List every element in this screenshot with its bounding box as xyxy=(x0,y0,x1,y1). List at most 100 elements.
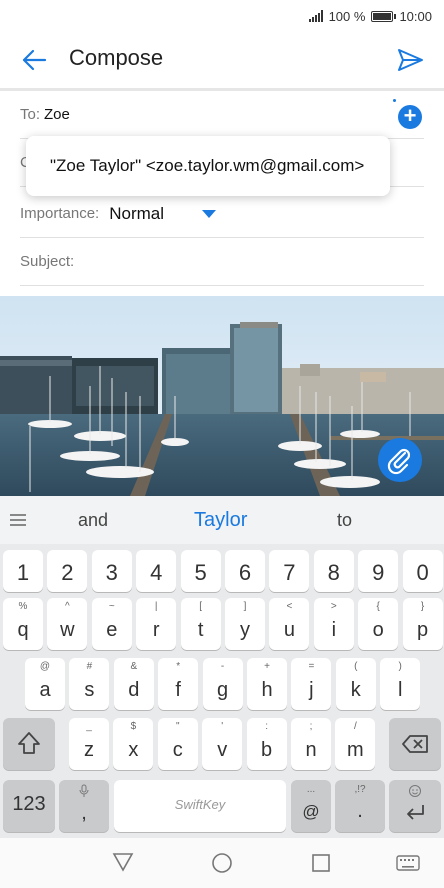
key-label: t xyxy=(197,619,204,641)
key-label: n xyxy=(305,739,317,761)
importance-select[interactable]: Normal xyxy=(109,204,164,224)
key-label: i xyxy=(331,619,337,641)
subject-label: Subject: xyxy=(20,253,75,270)
key-p[interactable]: } p xyxy=(402,598,443,650)
key-9[interactable]: 9 xyxy=(358,550,399,592)
key-j[interactable]: = j xyxy=(291,658,332,710)
key-r[interactable]: | r xyxy=(136,598,177,650)
arrow-left-icon[interactable] xyxy=(20,46,48,74)
key-6[interactable]: 6 xyxy=(225,550,265,592)
key-symbol: ( xyxy=(354,661,358,672)
prediction-left[interactable]: and xyxy=(78,510,108,531)
key-symbol: ; xyxy=(309,721,313,732)
key-y[interactable]: ] y xyxy=(225,598,265,650)
key-u[interactable]: < u xyxy=(269,598,310,650)
period-symbols: ,!? xyxy=(354,784,366,795)
key-label: b xyxy=(261,739,273,761)
key-symbol: | xyxy=(154,601,158,612)
key-h[interactable]: + h xyxy=(247,658,287,710)
key-l[interactable]: ) l xyxy=(380,658,421,710)
comma-key[interactable]: , xyxy=(59,780,109,832)
key-2[interactable]: 2 xyxy=(47,550,88,592)
menu-icon[interactable] xyxy=(10,514,26,526)
key-label: w xyxy=(60,619,75,641)
to-input[interactable]: Zoe xyxy=(44,106,70,123)
status-bar: 100 % 10:00 xyxy=(0,0,444,32)
key-s[interactable]: # s xyxy=(69,658,110,710)
key-symbol: * xyxy=(176,661,181,672)
add-recipient-button[interactable]: + xyxy=(398,105,422,129)
backspace-key[interactable] xyxy=(389,718,441,770)
key-1[interactable]: 1 xyxy=(3,550,43,592)
key-7[interactable]: 7 xyxy=(269,550,310,592)
dropdown-caret-icon[interactable] xyxy=(202,210,216,218)
key-b[interactable]: :b xyxy=(246,718,287,770)
importance-field[interactable]: Importance: Normal xyxy=(20,190,424,238)
at-key[interactable]: ... @ xyxy=(291,780,331,832)
key-symbol: - xyxy=(220,661,225,672)
key-symbol: } xyxy=(420,601,425,612)
key-symbol: + xyxy=(264,661,270,672)
shift-icon xyxy=(18,732,40,754)
key-q[interactable]: % q xyxy=(3,598,43,650)
enter-key[interactable] xyxy=(389,780,441,832)
to-field[interactable]: To: Zoe + xyxy=(20,91,424,139)
key-symbol: ) xyxy=(398,661,402,672)
attach-button[interactable] xyxy=(378,438,422,482)
key-8[interactable]: 8 xyxy=(313,550,354,592)
key-d[interactable]: & d xyxy=(113,658,154,710)
key-label: u xyxy=(283,619,295,641)
key-m[interactable]: / m xyxy=(335,718,376,770)
key-label: k xyxy=(350,679,361,701)
key-x[interactable]: $ x xyxy=(113,718,154,770)
key-z[interactable]: _ z xyxy=(69,718,109,770)
key-k[interactable]: (k xyxy=(335,658,376,710)
key-symbol: & xyxy=(130,661,138,672)
key-o[interactable]: {o xyxy=(358,598,399,650)
key-t[interactable]: [t xyxy=(180,598,221,650)
key-i[interactable]: > i xyxy=(313,598,354,650)
keyboard-icon[interactable] xyxy=(396,855,420,871)
circle-home-icon[interactable] xyxy=(211,852,233,874)
key-label: g xyxy=(217,679,229,701)
key-label: a xyxy=(39,679,51,701)
key-e[interactable]: ~ e xyxy=(91,598,132,650)
key-a[interactable]: @ a xyxy=(25,658,65,710)
key-label: 6 xyxy=(238,560,252,585)
contact-suggestion[interactable]: "Zoe Taylor" <zoe.taylor.wm@gmail.com> xyxy=(26,136,390,196)
key-n[interactable]: ; n xyxy=(291,718,331,770)
symbols-key[interactable]: 123 xyxy=(3,780,55,832)
send-icon[interactable] xyxy=(396,46,424,74)
key-w[interactable]: ^ w xyxy=(47,598,88,650)
subject-field[interactable]: Subject: xyxy=(20,238,424,286)
prediction-center[interactable]: Taylor xyxy=(194,509,247,532)
key-5[interactable]: 5 xyxy=(180,550,221,592)
key-v[interactable]: ' v xyxy=(202,718,243,770)
suggestion-text: "Zoe Taylor" <zoe.taylor.wm@gmail.com> xyxy=(50,156,365,175)
key-3[interactable]: 3 xyxy=(91,550,132,592)
key-symbol: [ xyxy=(199,601,202,612)
key-symbol: < xyxy=(286,601,293,612)
importance-label: Importance: xyxy=(20,205,100,222)
shift-key[interactable] xyxy=(3,718,55,770)
prediction-right[interactable]: to xyxy=(337,510,352,531)
key-0[interactable]: 0 xyxy=(402,550,443,592)
triangle-back-icon[interactable] xyxy=(112,852,134,872)
emoji-icon xyxy=(409,785,421,797)
key-symbol: $ xyxy=(130,721,137,732)
square-recents-icon[interactable] xyxy=(311,853,331,873)
key-c[interactable]: " c xyxy=(157,718,198,770)
page-title: Compose xyxy=(69,45,164,70)
key-4[interactable]: 4 xyxy=(136,550,177,592)
signal-icon xyxy=(308,10,323,22)
key-g[interactable]: -g xyxy=(202,658,243,710)
app-header: Compose xyxy=(0,32,444,88)
key-f[interactable]: * f xyxy=(158,658,199,710)
key-label: o xyxy=(372,619,384,641)
space-bar[interactable]: SwiftKey xyxy=(114,780,286,832)
navigation-bar xyxy=(0,838,444,888)
key-label: s xyxy=(84,679,95,701)
cursor-dot xyxy=(393,99,396,102)
key-symbol: > xyxy=(330,601,337,612)
period-key[interactable]: ,!?. xyxy=(335,780,385,832)
